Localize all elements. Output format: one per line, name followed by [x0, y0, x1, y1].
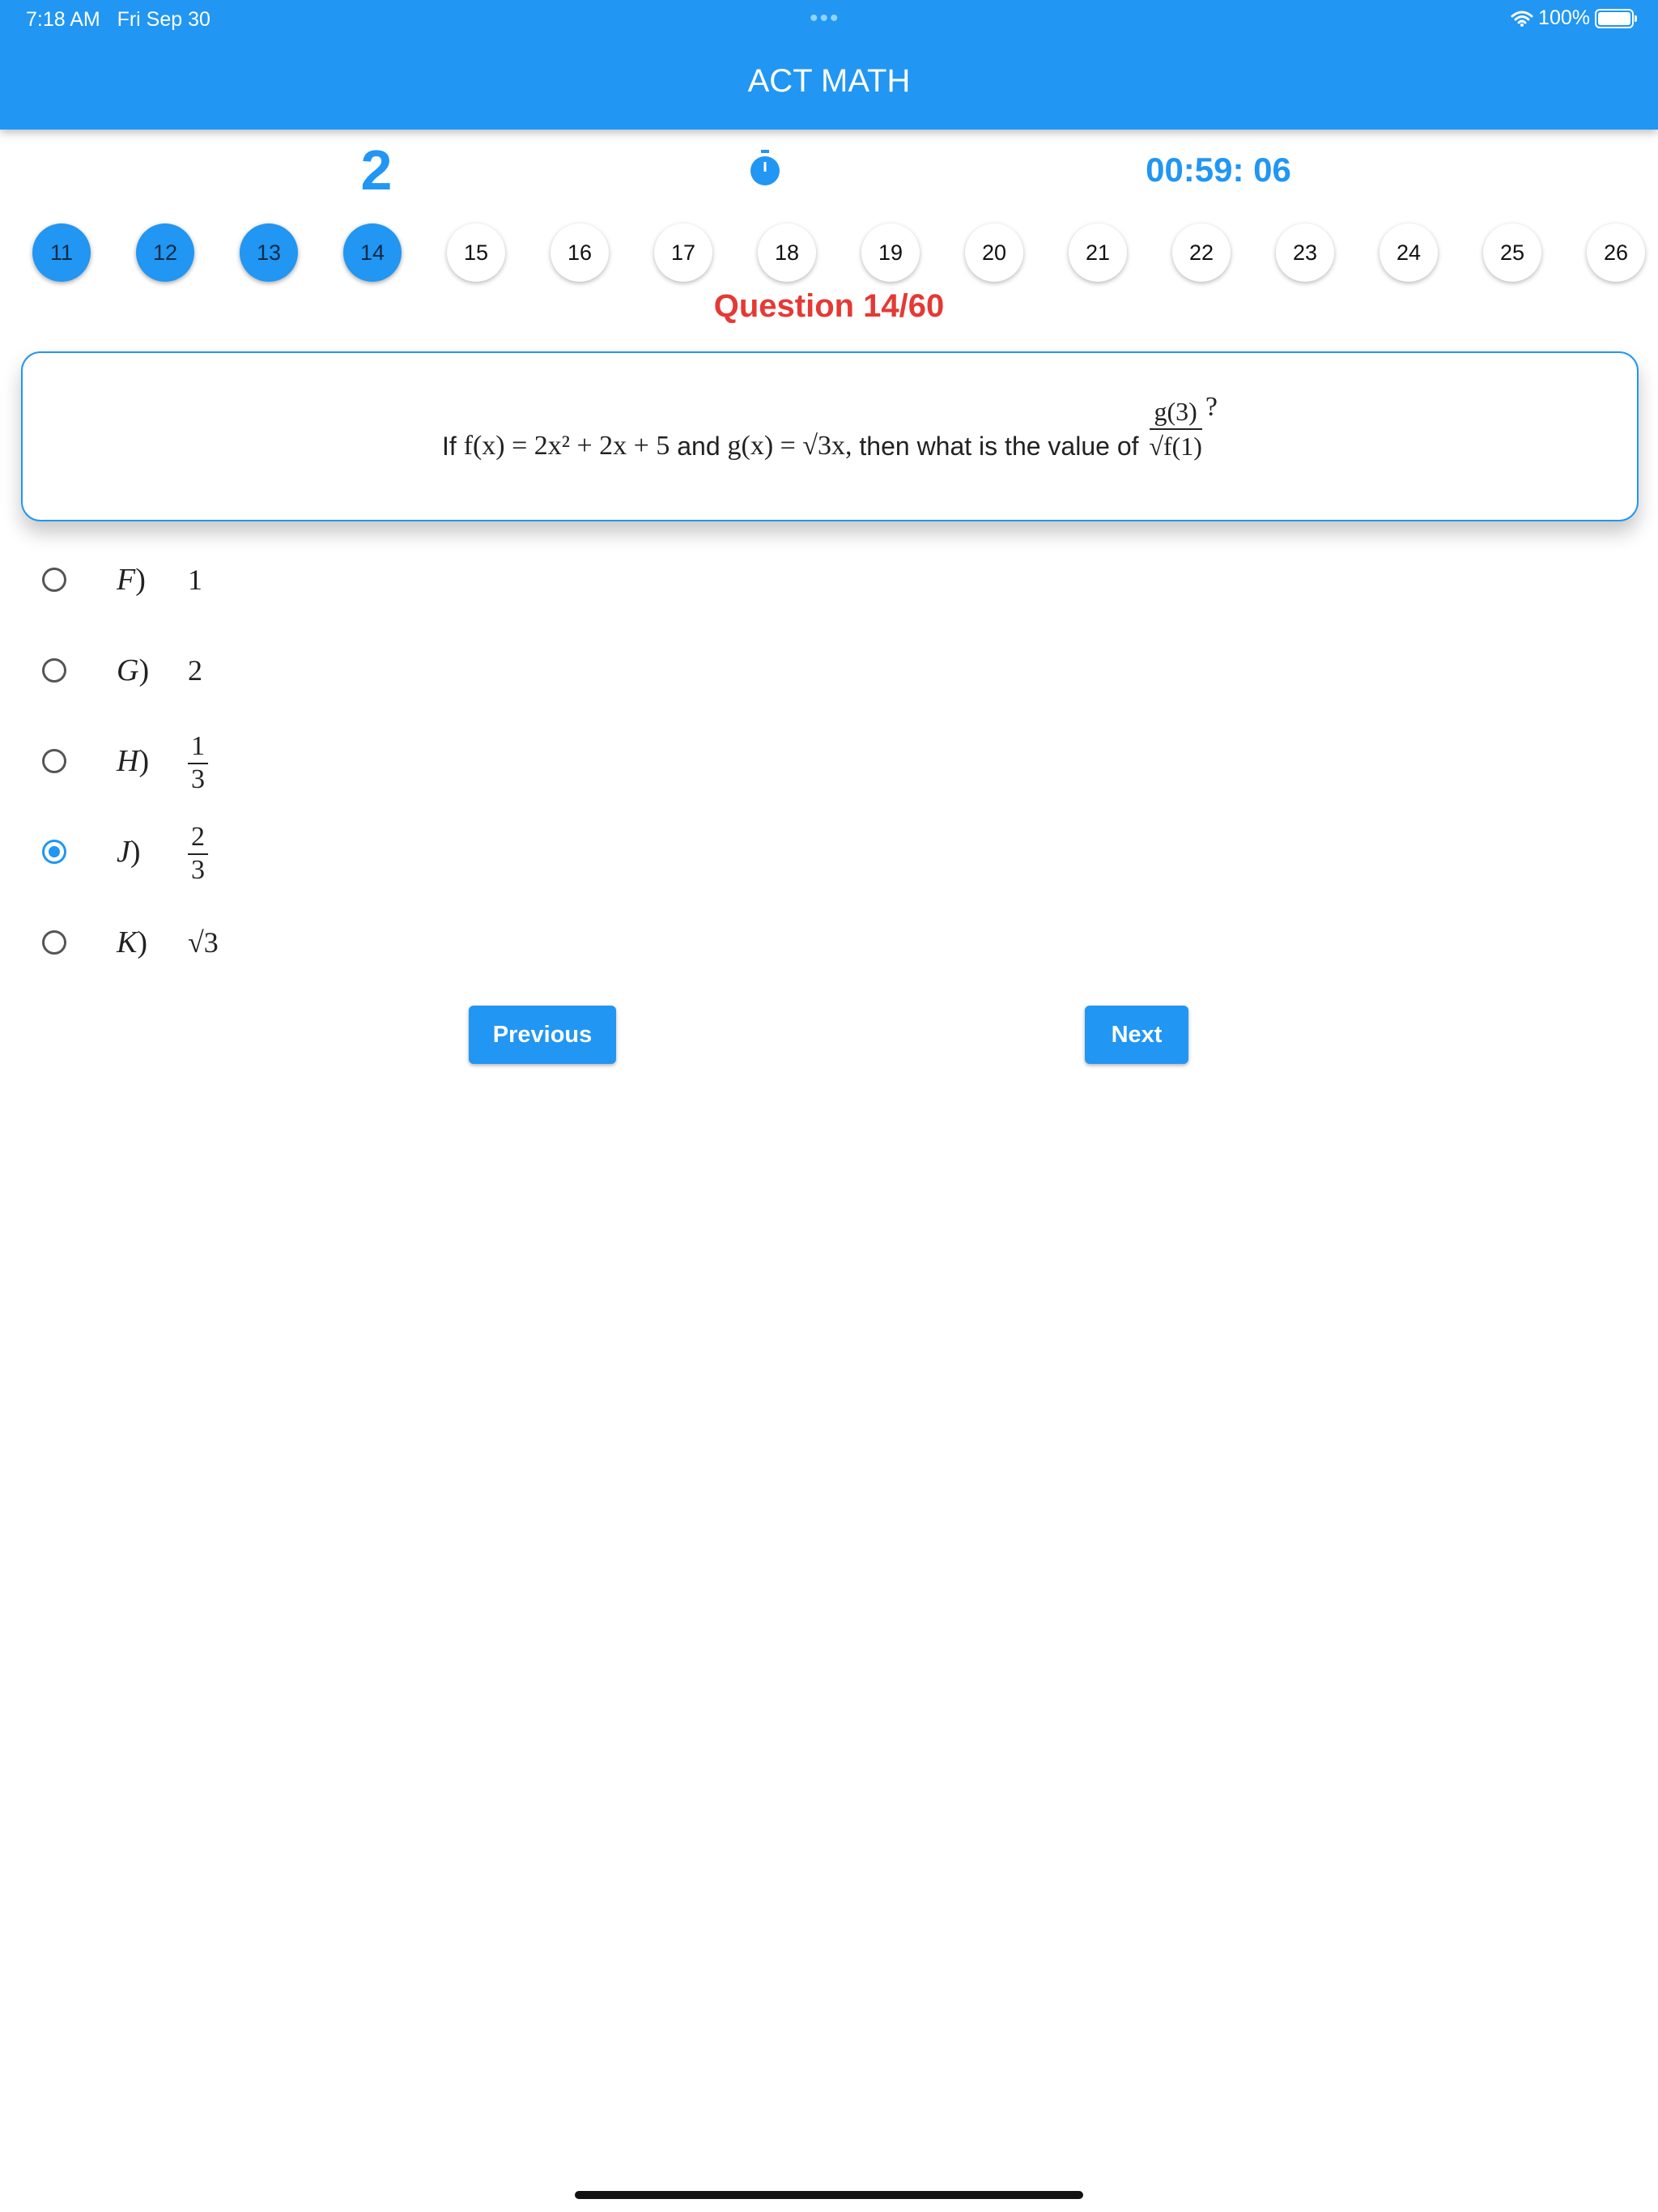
option-letter: G) [117, 653, 150, 687]
fraction-numerator: g(3) [1149, 397, 1202, 430]
question-nav-item[interactable]: 18 [758, 223, 816, 282]
next-button[interactable]: Next [1085, 1006, 1188, 1064]
status-date: Fri Sep 30 [117, 8, 210, 31]
question-nav-item[interactable]: 15 [447, 223, 505, 282]
question-nav-item[interactable]: 13 [240, 223, 298, 282]
question-nav-item[interactable]: 26 [1587, 223, 1645, 282]
option-letter: H) [117, 744, 150, 778]
status-time: 7:18 AM Fri Sep 30 [26, 8, 210, 32]
answer-option-k[interactable]: K) √3 [42, 910, 219, 975]
question-text-if: If [441, 432, 457, 461]
question-nav-item[interactable]: 20 [965, 223, 1023, 282]
app-bar: 7:18 AM Fri Sep 30 ••• 100% ACT MATH [0, 0, 1658, 130]
option-letter: J) [117, 835, 141, 869]
question-text: If f(x) = 2x² + 2x + 5 and g(x) = √3x, t… [23, 392, 1637, 462]
question-nav-item[interactable]: 22 [1172, 223, 1231, 282]
radio-icon[interactable] [42, 749, 66, 773]
option-denominator: 3 [191, 855, 205, 885]
question-nav-item[interactable]: 19 [861, 223, 920, 282]
answer-option-j[interactable]: J) 2 3 [42, 819, 208, 885]
question-nav-item[interactable]: 17 [654, 223, 712, 282]
radio-icon[interactable] [42, 930, 66, 955]
question-card: If f(x) = 2x² + 2x + 5 and g(x) = √3x, t… [21, 351, 1639, 521]
question-nav-item[interactable]: 25 [1483, 223, 1541, 282]
option-denominator: 3 [191, 764, 205, 794]
question-nav-item[interactable]: 16 [551, 223, 609, 282]
previous-button[interactable]: Previous [469, 1006, 616, 1064]
option-numerator: 2 [188, 822, 208, 855]
status-clock: 7:18 AM [26, 8, 100, 31]
answer-option-h[interactable]: H) 1 3 [42, 729, 208, 794]
answer-option-f[interactable]: F) 1 [42, 547, 202, 612]
question-nav-item[interactable]: 12 [136, 223, 194, 282]
status-indicators: 100% [1511, 6, 1637, 30]
battery-icon [1595, 8, 1637, 28]
radio-selected-icon[interactable] [42, 840, 66, 864]
option-value: √3 [188, 926, 219, 959]
option-value: 23 [188, 819, 208, 886]
question-nav-item[interactable]: 14 [343, 223, 402, 282]
g-definition: g(x) = √3x, [727, 431, 852, 461]
question-number: Question 14/60 [713, 288, 945, 324]
option-value: 2 [188, 654, 202, 687]
question-nav-item[interactable]: 23 [1276, 223, 1334, 282]
fraction-denominator: √f(1) [1149, 432, 1202, 461]
radio-icon[interactable] [42, 658, 66, 683]
f-definition: f(x) = 2x² + 2x + 5 [463, 431, 670, 461]
answer-option-g[interactable]: G) 2 [42, 638, 202, 703]
question-text-and: and [677, 432, 721, 461]
question-nav-item[interactable]: 11 [32, 223, 91, 282]
answered-count: 2 [360, 138, 393, 202]
wifi-icon [1511, 11, 1533, 27]
home-indicator [575, 2191, 1083, 2199]
option-letter: K) [117, 925, 148, 959]
option-value: 13 [188, 728, 208, 795]
countdown-timer: 00:59: 06 [1146, 151, 1291, 189]
question-fraction: g(3) √f(1) [1149, 397, 1202, 462]
stopwatch-icon [750, 150, 780, 185]
option-numerator: 1 [188, 731, 208, 764]
option-letter: F) [117, 563, 146, 597]
option-value: 1 [188, 564, 202, 596]
question-text-then: then what is the value of [859, 432, 1139, 461]
question-nav-item[interactable]: 24 [1380, 223, 1438, 282]
question-nav-item[interactable]: 21 [1069, 223, 1127, 282]
radio-icon[interactable] [42, 568, 66, 592]
question-mark: ? [1205, 392, 1218, 422]
question-nav: 11 12 13 14 15 16 17 18 19 20 21 22 23 24 25 26 [0, 223, 1658, 282]
multitask-dots-icon[interactable]: ••• [810, 5, 840, 32]
app-title: ACT MATH [747, 63, 911, 99]
battery-percent: 100% [1538, 6, 1590, 29]
